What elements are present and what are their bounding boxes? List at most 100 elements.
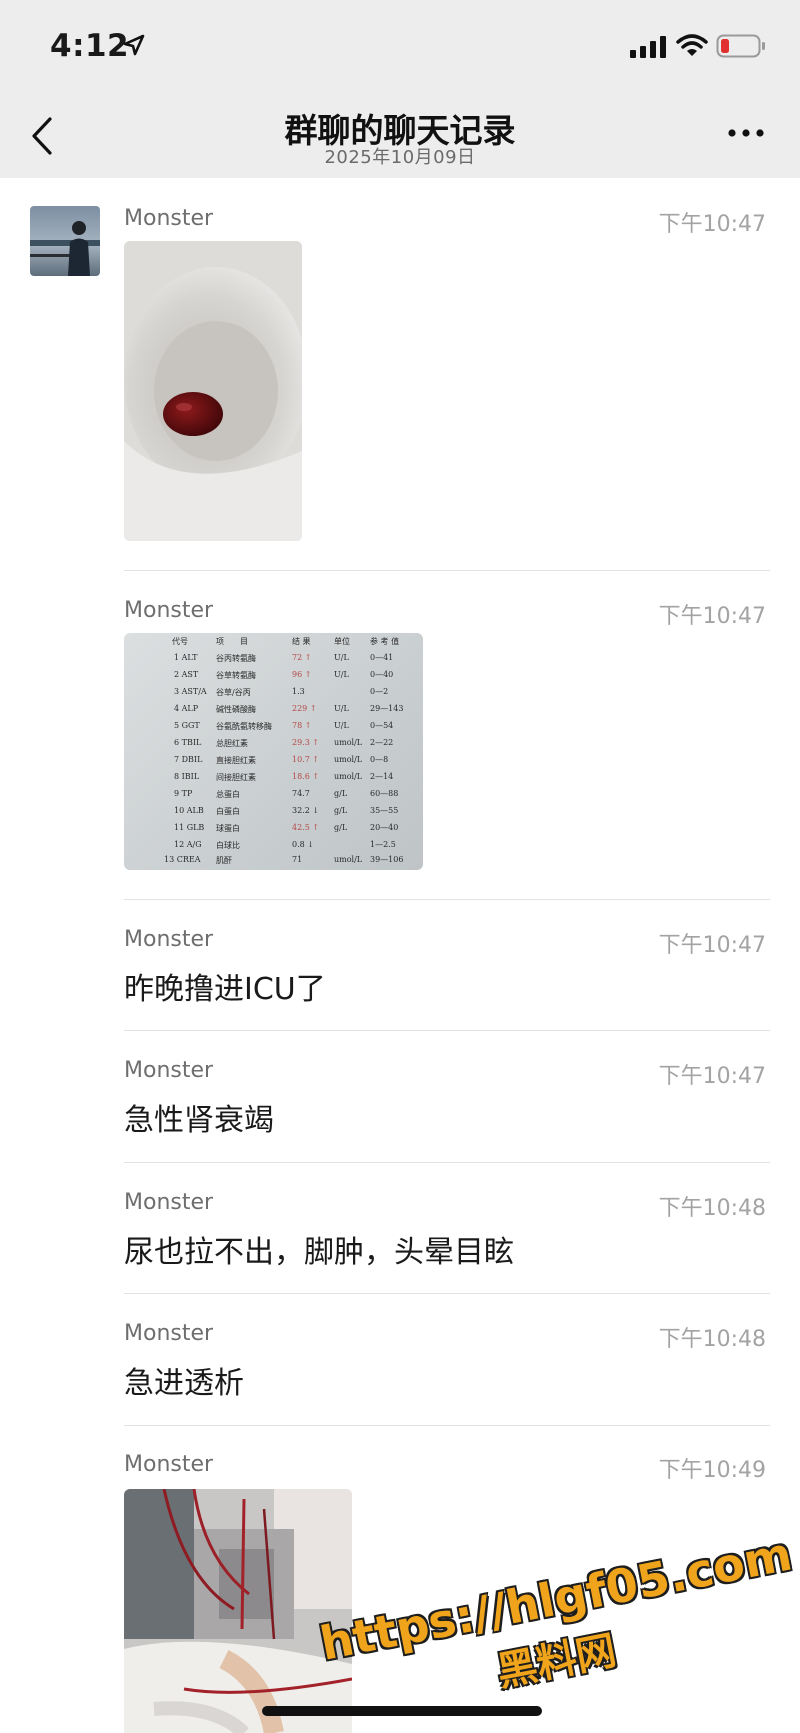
watermark-overlay: https://hlgf05.com 黑料网 bbox=[316, 1526, 798, 1726]
divider bbox=[124, 570, 770, 571]
message-text[interactable]: 急性肾衰竭 bbox=[124, 1095, 274, 1139]
lab-unit: umol/L bbox=[334, 755, 363, 764]
lab-item: 球蛋白 bbox=[216, 824, 240, 833]
message-text[interactable]: 尿也拉不出，脚肿，头晕目眩 bbox=[124, 1227, 514, 1271]
lab-item: 谷丙转氨酶 bbox=[216, 654, 256, 663]
divider bbox=[124, 1425, 770, 1426]
lab-row: 5 GGT 谷氨酰氨转移酶 78 ↑ U/L 0—54 bbox=[124, 721, 423, 738]
lab-item: 白球比 bbox=[216, 841, 240, 850]
lab-ref: 2—14 bbox=[370, 772, 394, 781]
lab-ref: 2—22 bbox=[370, 738, 394, 747]
sender-name: Monster bbox=[124, 598, 214, 623]
lab-unit: umol/L bbox=[334, 772, 363, 781]
lab-ref: 60—88 bbox=[370, 789, 399, 798]
lab-ref: 39—106 bbox=[370, 855, 404, 864]
lab-item: 碱性磷酸酶 bbox=[216, 705, 256, 714]
avatar[interactable] bbox=[30, 206, 100, 276]
wifi-icon bbox=[676, 34, 708, 56]
sender-name: Monster bbox=[124, 206, 214, 231]
lab-ref: 20—40 bbox=[370, 823, 399, 832]
lab-report-header-row: 代号 项 目 结 果 单位 参 考 值 bbox=[124, 636, 423, 653]
sender-name: Monster bbox=[124, 1321, 214, 1346]
divider bbox=[124, 899, 770, 900]
message-time: 下午10:47 bbox=[658, 1064, 766, 1089]
lab-header-unit: 单位 bbox=[334, 637, 350, 646]
message-text[interactable]: 昨晚撸进ICU了 bbox=[124, 964, 326, 1008]
lab-ref: 35—55 bbox=[370, 806, 399, 815]
lab-result: 74.7 bbox=[292, 789, 310, 798]
lab-result: 96 ↑ bbox=[292, 670, 312, 679]
lab-code: 10 ALB bbox=[174, 806, 204, 815]
lab-code: 7 DBIL bbox=[174, 755, 203, 764]
message-time: 下午10:48 bbox=[658, 1196, 766, 1221]
lab-header-result: 结 果 bbox=[292, 637, 311, 646]
lab-unit: umol/L bbox=[334, 855, 363, 864]
lab-ref: 0—54 bbox=[370, 721, 394, 730]
lab-ref: 0—8 bbox=[370, 755, 389, 764]
lab-row: 7 DBIL 直接胆红素 10.7 ↑ umol/L 0—8 bbox=[124, 755, 423, 772]
divider bbox=[124, 1293, 770, 1294]
lab-item: 间接胆红素 bbox=[216, 773, 256, 782]
lab-code: 2 AST bbox=[174, 670, 199, 679]
lab-unit: U/L bbox=[334, 721, 349, 730]
lab-row: 10 ALB 白蛋白 32.2 ↓ g/L 35—55 bbox=[124, 806, 423, 823]
photo-message-lab-report[interactable]: 代号 项 目 结 果 单位 参 考 值 1 ALT 谷丙转氨酶 72 ↑ U/L… bbox=[124, 633, 423, 870]
lab-code: 13 CREA bbox=[164, 855, 201, 864]
lab-result: 71 bbox=[292, 855, 303, 864]
lab-result: 78 ↑ bbox=[292, 721, 312, 730]
lab-result: 1.3 bbox=[292, 687, 305, 696]
lab-unit: U/L bbox=[334, 704, 349, 713]
lab-result: 72 ↑ bbox=[292, 653, 312, 662]
lab-code: 12 A/G bbox=[174, 840, 202, 849]
lab-item: 白蛋白 bbox=[216, 807, 240, 816]
lab-item: 谷草转氨酶 bbox=[216, 671, 256, 680]
home-indicator[interactable] bbox=[262, 1706, 542, 1716]
lab-unit: umol/L bbox=[334, 738, 363, 747]
lab-unit: U/L bbox=[334, 653, 349, 662]
lab-ref: 0—2 bbox=[370, 687, 389, 696]
lab-row: 8 IBIL 间接胆红素 18.6 ↑ umol/L 2—14 bbox=[124, 772, 423, 789]
lab-result: 229 ↑ bbox=[292, 704, 317, 713]
lab-code: 8 IBIL bbox=[174, 772, 200, 781]
lab-header-reference: 参 考 值 bbox=[370, 637, 400, 646]
lab-code: 5 GGT bbox=[174, 721, 200, 730]
lab-ref: 29—143 bbox=[370, 704, 404, 713]
divider bbox=[124, 1030, 770, 1031]
lab-ref: 0—40 bbox=[370, 670, 394, 679]
lab-result: 10.7 ↑ bbox=[292, 755, 320, 764]
lab-item: 总蛋白 bbox=[216, 790, 240, 799]
lab-row: 2 AST 谷草转氨酶 96 ↑ U/L 0—40 bbox=[124, 670, 423, 687]
divider bbox=[124, 1162, 770, 1163]
message-time: 下午10:47 bbox=[658, 212, 766, 237]
battery-low-icon bbox=[716, 34, 765, 58]
lab-unit: g/L bbox=[334, 789, 348, 798]
status-time: 4:12 bbox=[50, 28, 130, 64]
message-time: 下午10:49 bbox=[658, 1458, 766, 1483]
lab-unit: g/L bbox=[334, 806, 348, 815]
lab-row: 11 GLB 球蛋白 42.5 ↑ g/L 20—40 bbox=[124, 823, 423, 840]
photo-message-dialysis[interactable] bbox=[124, 1489, 352, 1733]
lab-unit: U/L bbox=[334, 670, 349, 679]
lab-result: 42.5 ↑ bbox=[292, 823, 320, 832]
lab-ref: 0—41 bbox=[370, 653, 394, 662]
lab-code: 3 AST/A bbox=[174, 687, 207, 696]
lab-code: 11 GLB bbox=[174, 823, 205, 832]
lab-item: 直接胆红素 bbox=[216, 756, 256, 765]
message-time: 下午10:48 bbox=[658, 1327, 766, 1352]
sender-name: Monster bbox=[124, 1452, 214, 1477]
sender-name: Monster bbox=[124, 927, 214, 952]
more-options-icon[interactable] bbox=[727, 128, 765, 138]
message-text[interactable]: 急进透析 bbox=[124, 1358, 244, 1402]
lab-item: 谷氨酰氨转移酶 bbox=[216, 722, 272, 731]
lab-row: 1 ALT 谷丙转氨酶 72 ↑ U/L 0—41 bbox=[124, 653, 423, 670]
cellular-signal-icon bbox=[630, 36, 666, 58]
lab-header-item: 项 目 bbox=[216, 637, 248, 646]
lab-code: 6 TBIL bbox=[174, 738, 202, 747]
lab-row: 4 ALP 碱性磷酸酶 229 ↑ U/L 29—143 bbox=[124, 704, 423, 721]
lab-row: 6 TBIL 总胆红素 29.3 ↑ umol/L 2—22 bbox=[124, 738, 423, 755]
lab-result: 18.6 ↑ bbox=[292, 772, 320, 781]
lab-result: 29.3 ↑ bbox=[292, 738, 320, 747]
lab-code: 9 TP bbox=[174, 789, 193, 798]
photo-message-blood-clot[interactable] bbox=[124, 241, 302, 541]
sender-name: Monster bbox=[124, 1058, 214, 1083]
